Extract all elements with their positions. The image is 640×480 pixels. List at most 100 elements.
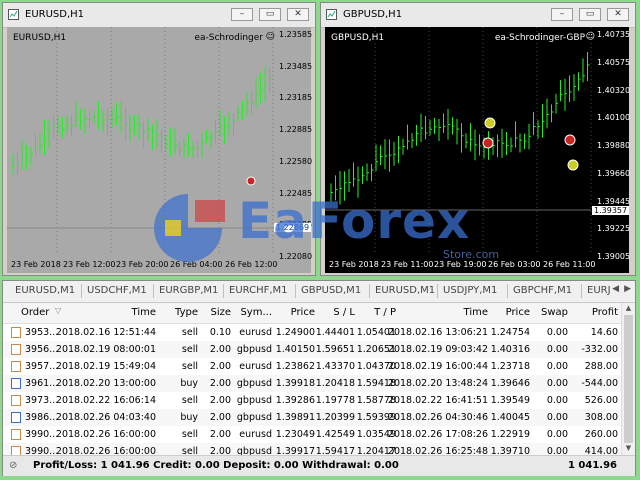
cell-1: 2018.02.26 16:00:00 xyxy=(55,429,156,440)
minimize-button[interactable]: – xyxy=(551,8,573,21)
cell-4: gbpusd xyxy=(236,344,272,355)
sort-icon[interactable]: ▽ xyxy=(55,306,61,315)
cell-4: gbpusd xyxy=(236,412,272,423)
summary-icon: ⊘ xyxy=(9,460,18,471)
cell-8: 2018.02.19 16:00:44 xyxy=(387,361,488,372)
cell-4: eurusd xyxy=(239,327,272,338)
column-header[interactable]: Price xyxy=(506,307,530,318)
close-button[interactable]: ✕ xyxy=(607,8,629,21)
cell-2: buy xyxy=(180,378,198,389)
price-axis-label: 1.22080 xyxy=(279,252,313,261)
table-row[interactable]: 3986... 2018.02.26 04:03:40 buy 2.00 gbpusd 1… xyxy=(3,409,623,426)
cell-10: 0.00 xyxy=(546,344,568,355)
chart-window-gbpusd[interactable]: GBPUSD,H1 – ▭ ✕ GBPUSD,H1 ea-Schrodinger… xyxy=(320,2,636,276)
column-header[interactable]: Time xyxy=(464,307,488,318)
tab-separator xyxy=(437,284,438,298)
tab-separator xyxy=(581,284,582,298)
price-axis-label: 1.23485 xyxy=(279,61,313,71)
tab-scroll-left-icon[interactable]: ◀ xyxy=(612,284,619,294)
tab-6[interactable]: USDJPY,M1 xyxy=(443,285,497,296)
cell-5: 1.23862 xyxy=(275,361,315,372)
time-axis-label: 23 Feb 19:00 xyxy=(434,260,487,269)
price-axis-label: 1.39660 xyxy=(597,168,631,178)
cell-4: gbpusd xyxy=(236,395,272,406)
restore-button[interactable]: ▭ xyxy=(259,8,281,21)
cell-8: 2018.02.16 13:06:21 xyxy=(387,327,488,338)
column-header[interactable]: Size xyxy=(210,307,231,318)
tab-separator xyxy=(223,284,224,298)
tab-0[interactable]: EURUSD,M1 xyxy=(15,285,75,296)
cell-9: 1.24754 xyxy=(490,327,530,338)
tab-scroll-right-icon[interactable]: ▶ xyxy=(624,284,631,294)
table-row[interactable]: 3961... 2018.02.20 13:00:00 buy 2.00 gbpusd 1… xyxy=(3,375,623,392)
price-chart[interactable]: EURUSD,H1 ea-Schrodinger ☺ 1.23585 1.2348… xyxy=(7,27,313,273)
column-header[interactable]: Price xyxy=(291,307,315,318)
sell-order-icon xyxy=(11,361,21,372)
tab-4[interactable]: GBPUSD,M1 xyxy=(301,285,361,296)
tab-2[interactable]: EURGBP,M1 xyxy=(159,285,218,296)
tab-3[interactable]: EURCHF,M1 xyxy=(229,285,288,296)
cell-5: 1.40150 xyxy=(275,344,315,355)
price-axis-label: 1.39880 xyxy=(597,141,631,150)
column-header[interactable]: T / P xyxy=(374,307,396,318)
column-header[interactable]: Time xyxy=(132,307,156,318)
price-chart[interactable]: GBPUSD,H1 ea-Schrodinger-GBP ☺ 1.40735 1.… xyxy=(325,27,631,273)
chart-titlebar[interactable]: EURUSD,H1 – ▭ ✕ xyxy=(3,3,315,28)
tab-separator xyxy=(153,284,154,298)
table-row[interactable]: 3973... 2018.02.22 16:06:14 sell 2.00 gbpusd… xyxy=(3,392,623,409)
tab-8[interactable]: EURJ xyxy=(587,285,611,296)
column-header[interactable]: Type xyxy=(175,307,198,318)
cell-0: 3986... xyxy=(25,412,59,423)
scroll-down-icon[interactable]: ▼ xyxy=(623,444,634,454)
column-header[interactable]: Swap xyxy=(541,307,568,318)
table-row[interactable]: 3957... 2018.02.19 15:49:04 sell 2.00 eurusd… xyxy=(3,358,623,375)
cell-2: sell xyxy=(181,344,198,355)
table-row[interactable]: 3990... 2018.02.26 16:00:00 sell 2.00 eurusd… xyxy=(3,426,623,443)
chart-tabs: EURUSD,M1 USDCHF,M1 EURGBP,M1 EURCHF,M1 GBPU… xyxy=(3,281,635,303)
tab-separator xyxy=(81,284,82,298)
cell-8: 2018.02.20 13:48:24 xyxy=(387,378,488,389)
restore-button[interactable]: ▭ xyxy=(579,8,601,21)
price-axis-label: 1.40735 xyxy=(597,30,631,39)
cell-11: 260.00 xyxy=(584,429,618,440)
column-header[interactable]: S / L xyxy=(333,307,355,318)
cell-11: 288.00 xyxy=(584,361,618,372)
cell-11: 526.00 xyxy=(584,395,618,406)
time-axis-label: 23 Feb 12:00 xyxy=(63,260,116,269)
cell-0: 3953... xyxy=(25,327,59,338)
price-axis-label: 1.40575 xyxy=(597,57,631,67)
cell-5: 1.39891 xyxy=(275,412,315,423)
column-header[interactable]: Profit xyxy=(592,307,618,318)
cell-4: eurusd xyxy=(239,361,272,372)
time-axis-label: 23 Feb 11:00 xyxy=(381,260,434,269)
sell-order-icon xyxy=(11,395,21,406)
minimize-button[interactable]: – xyxy=(231,8,253,21)
cell-0: 3973... xyxy=(25,395,59,406)
trade-marker xyxy=(482,137,494,149)
sell-order-icon xyxy=(11,327,21,338)
cell-10: 0.00 xyxy=(546,378,568,389)
scroll-up-icon[interactable]: ▲ xyxy=(623,304,634,314)
cell-1: 2018.02.19 15:49:04 xyxy=(55,361,156,372)
scroll-thumb[interactable] xyxy=(624,315,633,443)
expert-advisor-label: ea-Schrodinger xyxy=(194,33,263,43)
trade-marker xyxy=(567,159,579,171)
price-axis-label: 1.22485 xyxy=(279,188,313,198)
chart-window-eurusd[interactable]: EURUSD,H1 – ▭ ✕ EURUSD,H1 ea-Schrodinger… xyxy=(2,2,316,276)
column-header[interactable]: Sym... xyxy=(240,307,272,318)
close-button[interactable]: ✕ xyxy=(287,8,309,21)
cell-8: 2018.02.26 04:30:46 xyxy=(387,412,488,423)
tab-5[interactable]: EURUSD,M1 xyxy=(375,285,435,296)
table-row[interactable]: 3956... 2018.02.19 08:00:01 sell 2.00 gbpusd… xyxy=(3,341,623,358)
table-row[interactable]: 3953... 2018.02.16 12:51:44 sell 0.10 eurusd… xyxy=(3,324,623,341)
tab-1[interactable]: USDCHF,M1 xyxy=(87,285,147,296)
time-axis-label: 26 Feb 11:00 xyxy=(543,260,596,269)
vertical-scrollbar[interactable]: ▲ ▼ xyxy=(621,303,635,455)
tab-7[interactable]: GBPCHF,M1 xyxy=(513,285,572,296)
cell-3: 0.10 xyxy=(209,327,231,338)
sell-order-icon xyxy=(11,429,21,440)
price-axis-label: 1.23585 xyxy=(279,30,313,39)
cell-1: 2018.02.20 13:00:00 xyxy=(55,378,156,389)
column-header[interactable]: Order xyxy=(21,307,49,318)
chart-titlebar[interactable]: GBPUSD,H1 – ▭ ✕ xyxy=(321,3,635,28)
